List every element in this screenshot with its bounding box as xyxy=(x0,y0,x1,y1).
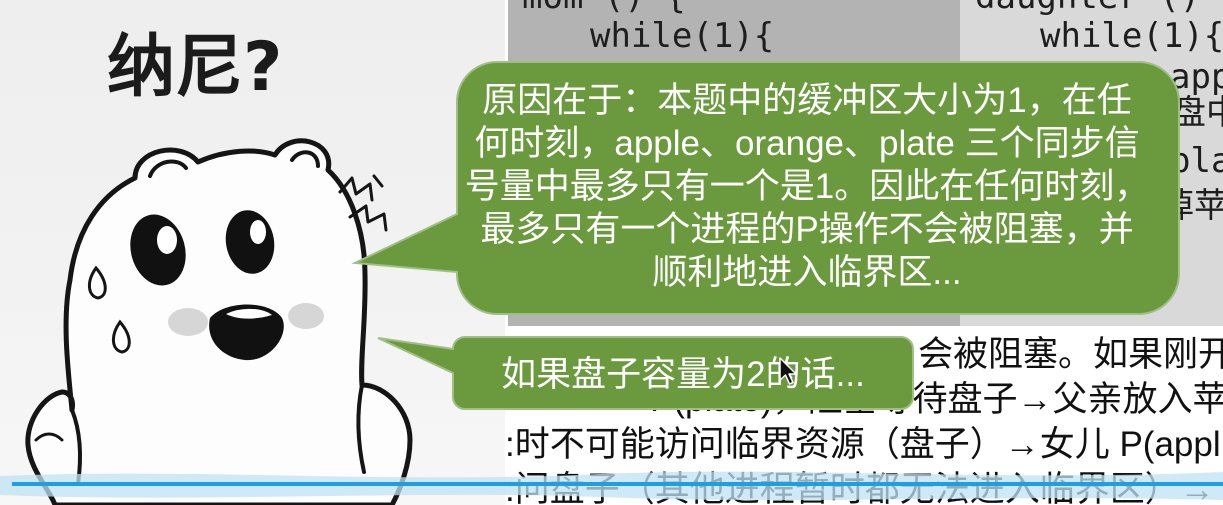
video-frame: 纳尼? mom () { while(1){ daughter () { whi… xyxy=(0,0,1223,505)
bottom-wave-decoration xyxy=(0,471,1223,501)
wave-line xyxy=(12,482,1223,486)
